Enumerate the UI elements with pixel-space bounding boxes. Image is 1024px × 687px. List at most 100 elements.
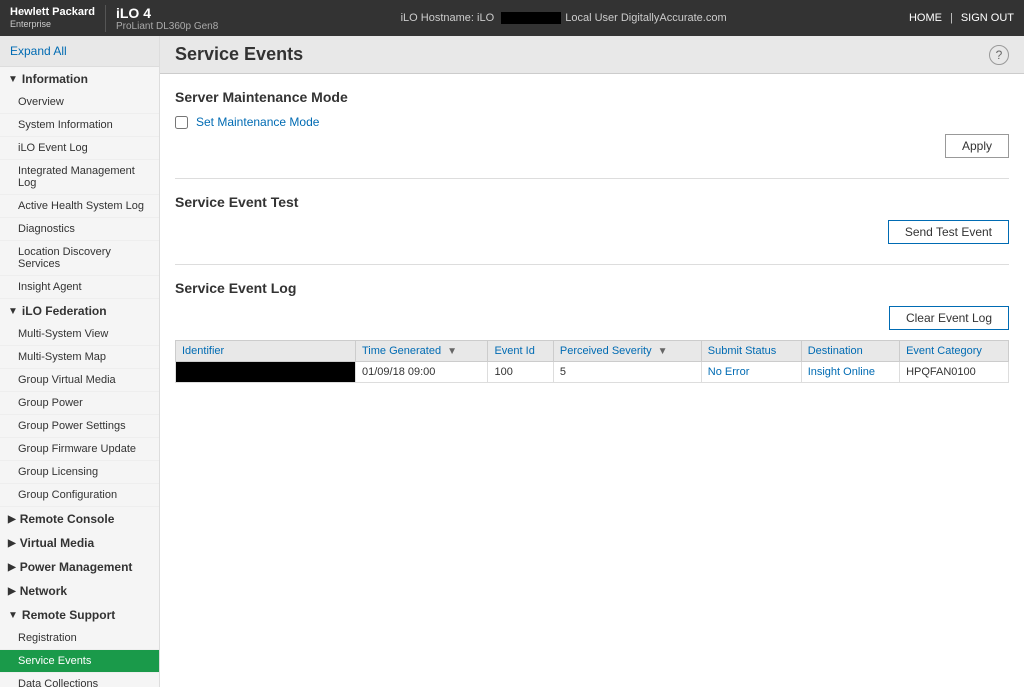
chevron-down-icon-federation: ▼ bbox=[8, 306, 18, 317]
sidebar-item-system-information[interactable]: System Information bbox=[0, 114, 159, 137]
sidebar-item-location-discovery-services[interactable]: Location Discovery Services bbox=[0, 241, 159, 276]
sidebar-group-network[interactable]: ▶ Network bbox=[0, 579, 159, 603]
sidebar-item-insight-agent[interactable]: Insight Agent bbox=[0, 276, 159, 299]
divider-1 bbox=[175, 178, 1009, 179]
col-perceived-severity[interactable]: Perceived Severity ▼ bbox=[553, 341, 701, 362]
col-perceived-severity-label: Perceived Severity bbox=[560, 345, 652, 357]
ilo-model: iLO 4 bbox=[116, 5, 218, 21]
chevron-down-icon: ▼ bbox=[8, 74, 18, 85]
sidebar-item-service-events[interactable]: Service Events bbox=[0, 650, 159, 673]
col-event-id: Event Id bbox=[488, 341, 553, 362]
col-event-category-label: Event Category bbox=[906, 345, 982, 357]
cell-perceived-severity: 5 bbox=[553, 362, 701, 383]
chevron-down-icon-remote-support: ▼ bbox=[8, 610, 18, 621]
page-header: Service Events ? bbox=[160, 36, 1024, 74]
hostname-info: iLO Hostname: iLO Local User DigitallyAc… bbox=[401, 12, 727, 24]
cell-submit-status: No Error bbox=[701, 362, 801, 383]
page-title: Service Events bbox=[175, 44, 303, 65]
sidebar-item-group-firmware-update[interactable]: Group Firmware Update bbox=[0, 438, 159, 461]
no-error-status: No Error bbox=[708, 366, 750, 378]
chevron-right-icon-network: ▶ bbox=[8, 586, 16, 597]
ilo-sub: ProLiant DL360p Gen8 bbox=[116, 21, 218, 32]
col-event-category: Event Category bbox=[900, 341, 1009, 362]
sidebar-group-information-label: Information bbox=[22, 72, 88, 86]
col-event-id-label: Event Id bbox=[494, 345, 534, 357]
send-test-event-button[interactable]: Send Test Event bbox=[888, 220, 1009, 244]
sidebar-item-group-virtual-media[interactable]: Group Virtual Media bbox=[0, 369, 159, 392]
table-body: 01/09/18 09:00 100 5 No Error Insight On… bbox=[176, 362, 1009, 383]
col-submit-status: Submit Status bbox=[701, 341, 801, 362]
sidebar: Expand All ▼ Information Overview System… bbox=[0, 36, 160, 687]
col-time-generated[interactable]: Time Generated ▼ bbox=[356, 341, 488, 362]
apply-btn-row: Apply bbox=[175, 134, 1009, 158]
sidebar-item-integrated-management-log[interactable]: Integrated Management Log bbox=[0, 160, 159, 195]
maintenance-checkbox[interactable] bbox=[175, 116, 188, 129]
destination-link[interactable]: Insight Online bbox=[808, 366, 875, 378]
header-left: Hewlett Packard Enterprise iLO 4 ProLian… bbox=[10, 5, 218, 32]
sort-icon-time: ▼ bbox=[447, 346, 457, 357]
sidebar-item-group-licensing[interactable]: Group Licensing bbox=[0, 461, 159, 484]
sidebar-group-ilo-federation-label: iLO Federation bbox=[22, 304, 107, 318]
test-section-title: Service Event Test bbox=[175, 194, 1009, 210]
nav-links: HOME | SIGN OUT bbox=[909, 12, 1014, 24]
sidebar-group-remote-console[interactable]: ▶ Remote Console bbox=[0, 507, 159, 531]
sidebar-item-multi-system-map[interactable]: Multi-System Map bbox=[0, 346, 159, 369]
sidebar-item-diagnostics[interactable]: Diagnostics bbox=[0, 218, 159, 241]
sidebar-group-virtual-media[interactable]: ▶ Virtual Media bbox=[0, 531, 159, 555]
cell-time-generated: 01/09/18 09:00 bbox=[356, 362, 488, 383]
cell-identifier bbox=[176, 362, 356, 383]
header-right: HOME | SIGN OUT bbox=[909, 12, 1014, 24]
clear-event-row: Clear Event Log bbox=[175, 306, 1009, 330]
col-destination: Destination bbox=[801, 341, 899, 362]
cell-event-id: 100 bbox=[488, 362, 553, 383]
sidebar-group-remote-support[interactable]: ▼ Remote Support bbox=[0, 603, 159, 627]
col-destination-label: Destination bbox=[808, 345, 863, 357]
user-label: Local User bbox=[565, 12, 618, 24]
help-icon[interactable]: ? bbox=[989, 45, 1009, 65]
divider-2 bbox=[175, 264, 1009, 265]
hostname-value bbox=[501, 12, 561, 24]
sidebar-item-group-configuration[interactable]: Group Configuration bbox=[0, 484, 159, 507]
send-test-row: Send Test Event bbox=[175, 220, 1009, 244]
expand-all-button[interactable]: Expand All bbox=[0, 36, 159, 67]
hostname-label: iLO Hostname: iLO bbox=[401, 12, 495, 24]
cell-destination: Insight Online bbox=[801, 362, 899, 383]
main-layout: Expand All ▼ Information Overview System… bbox=[0, 36, 1024, 687]
nav-separator: | bbox=[950, 12, 953, 24]
sidebar-group-virtual-media-label: Virtual Media bbox=[20, 536, 94, 550]
apply-button[interactable]: Apply bbox=[945, 134, 1009, 158]
col-identifier: Identifier bbox=[176, 341, 356, 362]
col-identifier-label: Identifier bbox=[182, 345, 224, 357]
content-area: Service Events ? Server Maintenance Mode… bbox=[160, 36, 1024, 687]
sidebar-item-multi-system-view[interactable]: Multi-System View bbox=[0, 323, 159, 346]
sidebar-item-overview[interactable]: Overview bbox=[0, 91, 159, 114]
sidebar-item-active-health-system-log[interactable]: Active Health System Log bbox=[0, 195, 159, 218]
event-log-table: Identifier Time Generated ▼ Event Id Per… bbox=[175, 340, 1009, 383]
table-row: 01/09/18 09:00 100 5 No Error Insight On… bbox=[176, 362, 1009, 383]
table-header-row: Identifier Time Generated ▼ Event Id Per… bbox=[176, 341, 1009, 362]
hpe-logo: Hewlett Packard Enterprise bbox=[10, 6, 95, 30]
sidebar-item-registration[interactable]: Registration bbox=[0, 627, 159, 650]
sort-icon-severity: ▼ bbox=[658, 346, 668, 357]
maintenance-mode-row: Set Maintenance Mode bbox=[175, 115, 1009, 129]
col-submit-status-label: Submit Status bbox=[708, 345, 776, 357]
sidebar-item-group-power[interactable]: Group Power bbox=[0, 392, 159, 415]
home-link[interactable]: HOME bbox=[909, 12, 942, 24]
ilo-title-block: iLO 4 ProLiant DL360p Gen8 bbox=[105, 5, 218, 32]
sidebar-group-power-management[interactable]: ▶ Power Management bbox=[0, 555, 159, 579]
table-header: Identifier Time Generated ▼ Event Id Per… bbox=[176, 341, 1009, 362]
signout-link[interactable]: SIGN OUT bbox=[961, 12, 1014, 24]
chevron-right-icon-power: ▶ bbox=[8, 562, 16, 573]
clear-event-log-button[interactable]: Clear Event Log bbox=[889, 306, 1009, 330]
sidebar-group-ilo-federation[interactable]: ▼ iLO Federation bbox=[0, 299, 159, 323]
chevron-right-icon-virtual: ▶ bbox=[8, 538, 16, 549]
sidebar-item-group-power-settings[interactable]: Group Power Settings bbox=[0, 415, 159, 438]
sidebar-item-data-collections[interactable]: Data Collections bbox=[0, 673, 159, 687]
maintenance-checkbox-label[interactable]: Set Maintenance Mode bbox=[196, 115, 319, 129]
sidebar-item-ilo-event-log[interactable]: iLO Event Log bbox=[0, 137, 159, 160]
sidebar-group-remote-console-label: Remote Console bbox=[20, 512, 115, 526]
brand-bot: Enterprise bbox=[10, 19, 95, 30]
chevron-right-icon-remote: ▶ bbox=[8, 514, 16, 525]
sidebar-group-information[interactable]: ▼ Information bbox=[0, 67, 159, 91]
col-time-generated-label: Time Generated bbox=[362, 345, 441, 357]
